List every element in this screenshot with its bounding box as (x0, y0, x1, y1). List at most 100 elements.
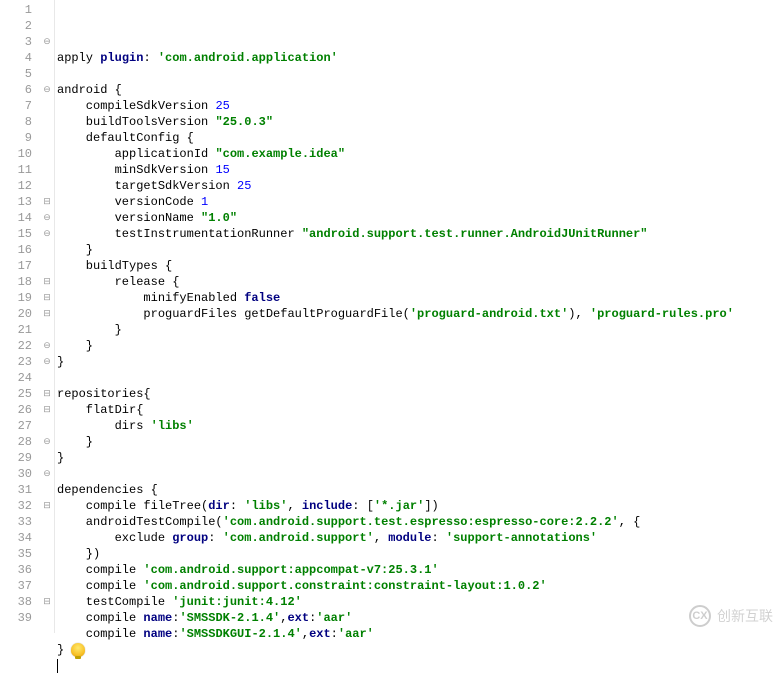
fold-marker[interactable]: ⊟ (40, 498, 54, 514)
code-line[interactable]: applicationId "com.example.idea" (57, 146, 781, 162)
code-token: dir (208, 499, 230, 513)
code-line[interactable]: compile fileTree(dir: 'libs', include: [… (57, 498, 781, 514)
code-line[interactable]: compile name:'SMSSDKGUI-2.1.4',ext:'aar' (57, 626, 781, 642)
fold-marker[interactable]: ⊖ (40, 226, 54, 242)
fold-marker (40, 18, 54, 34)
code-line[interactable]: versionCode 1 (57, 194, 781, 210)
fold-marker[interactable]: ⊟ (40, 386, 54, 402)
fold-marker[interactable]: ⊟ (40, 402, 54, 418)
fold-marker[interactable]: ⊖ (40, 82, 54, 98)
fold-marker[interactable]: ⊟ (40, 594, 54, 610)
code-token: androidTestCompile( (57, 515, 223, 529)
fold-marker[interactable]: ⊟ (40, 290, 54, 306)
code-line[interactable]: release { (57, 274, 781, 290)
code-content-area[interactable]: CX 创新互联 apply plugin: 'com.android.appli… (54, 0, 781, 633)
code-token: group (172, 531, 208, 545)
fold-marker (40, 66, 54, 82)
code-token: }) (57, 547, 100, 561)
code-line[interactable]: compileSdkVersion 25 (57, 98, 781, 114)
line-number: 11 (0, 162, 32, 178)
fold-marker[interactable]: ⊟ (40, 306, 54, 322)
code-token: buildTypes { (57, 259, 172, 273)
code-line[interactable]: minifyEnabled false (57, 290, 781, 306)
code-token: plugin (100, 51, 143, 65)
code-token: : (432, 531, 446, 545)
intention-bulb-icon[interactable] (71, 643, 85, 657)
code-line[interactable]: buildTypes { (57, 258, 781, 274)
code-token: "25.0.3" (215, 115, 273, 129)
code-token: testInstrumentationRunner (57, 227, 302, 241)
code-line[interactable]: exclude group: 'com.android.support', mo… (57, 530, 781, 546)
line-number: 5 (0, 66, 32, 82)
code-token: : (230, 499, 244, 513)
code-token: "com.example.idea" (215, 147, 345, 161)
fold-marker[interactable]: ⊖ (40, 434, 54, 450)
fold-marker[interactable]: ⊖ (40, 354, 54, 370)
code-line[interactable]: testInstrumentationRunner "android.suppo… (57, 226, 781, 242)
code-line[interactable]: testCompile 'junit:junit:4.12' (57, 594, 781, 610)
code-editor[interactable]: 1234567891011121314151617181920212223242… (0, 0, 781, 633)
code-token: 'proguard-rules.pro' (590, 307, 734, 321)
code-token: 1 (201, 195, 208, 209)
code-line[interactable]: } (57, 354, 781, 370)
code-line[interactable]: } (57, 642, 781, 658)
code-token: release { (57, 275, 179, 289)
code-line[interactable]: compile 'com.android.support.constraint:… (57, 578, 781, 594)
code-line[interactable]: dirs 'libs' (57, 418, 781, 434)
code-token: } (57, 451, 64, 465)
code-line[interactable]: targetSdkVersion 25 (57, 178, 781, 194)
fold-column[interactable]: ⊖⊖⊟⊖⊖⊟⊟⊟⊖⊖⊟⊟⊖⊖⊟⊟ (40, 0, 54, 633)
code-token: name (143, 611, 172, 625)
code-token: repositories{ (57, 387, 151, 401)
line-number: 27 (0, 418, 32, 434)
code-line[interactable]: } (57, 450, 781, 466)
code-line[interactable]: androidTestCompile('com.android.support.… (57, 514, 781, 530)
code-line[interactable]: defaultConfig { (57, 130, 781, 146)
code-line[interactable]: }) (57, 546, 781, 562)
code-line[interactable]: } (57, 338, 781, 354)
fold-marker (40, 242, 54, 258)
code-line[interactable]: } (57, 434, 781, 450)
code-token: , (374, 531, 388, 545)
code-line[interactable]: buildToolsVersion "25.0.3" (57, 114, 781, 130)
code-line[interactable] (57, 66, 781, 82)
line-number: 16 (0, 242, 32, 258)
code-line[interactable]: apply plugin: 'com.android.application' (57, 50, 781, 66)
code-line[interactable]: minSdkVersion 15 (57, 162, 781, 178)
code-line[interactable] (57, 466, 781, 482)
fold-marker (40, 450, 54, 466)
text-caret (57, 659, 58, 673)
line-number: 18 (0, 274, 32, 290)
fold-marker[interactable]: ⊟ (40, 274, 54, 290)
fold-marker (40, 418, 54, 434)
code-token: } (57, 243, 93, 257)
line-number: 37 (0, 578, 32, 594)
code-line[interactable] (57, 658, 781, 674)
code-line[interactable]: } (57, 242, 781, 258)
code-token: defaultConfig { (57, 131, 194, 145)
code-token: applicationId (57, 147, 215, 161)
code-token: "android.support.test.runner.AndroidJUni… (302, 227, 648, 241)
code-token: , { (619, 515, 641, 529)
fold-marker[interactable]: ⊖ (40, 210, 54, 226)
code-line[interactable]: compile 'com.android.support:appcompat-v… (57, 562, 781, 578)
fold-marker[interactable]: ⊖ (40, 338, 54, 354)
code-token: targetSdkVersion (57, 179, 237, 193)
fold-marker (40, 98, 54, 114)
code-line[interactable]: proguardFiles getDefaultProguardFile('pr… (57, 306, 781, 322)
code-token: 25 (215, 99, 229, 113)
line-number: 3 (0, 34, 32, 50)
fold-marker[interactable]: ⊟ (40, 194, 54, 210)
code-line[interactable] (57, 370, 781, 386)
code-token: android { (57, 83, 122, 97)
code-line[interactable]: flatDir{ (57, 402, 781, 418)
code-line[interactable]: repositories{ (57, 386, 781, 402)
fold-marker[interactable]: ⊖ (40, 466, 54, 482)
code-line[interactable]: dependencies { (57, 482, 781, 498)
code-line[interactable]: } (57, 322, 781, 338)
code-token: : [ (352, 499, 374, 513)
fold-marker[interactable]: ⊖ (40, 34, 54, 50)
code-line[interactable]: android { (57, 82, 781, 98)
code-line[interactable]: versionName "1.0" (57, 210, 781, 226)
code-line[interactable]: compile name:'SMSSDK-2.1.4',ext:'aar' (57, 610, 781, 626)
